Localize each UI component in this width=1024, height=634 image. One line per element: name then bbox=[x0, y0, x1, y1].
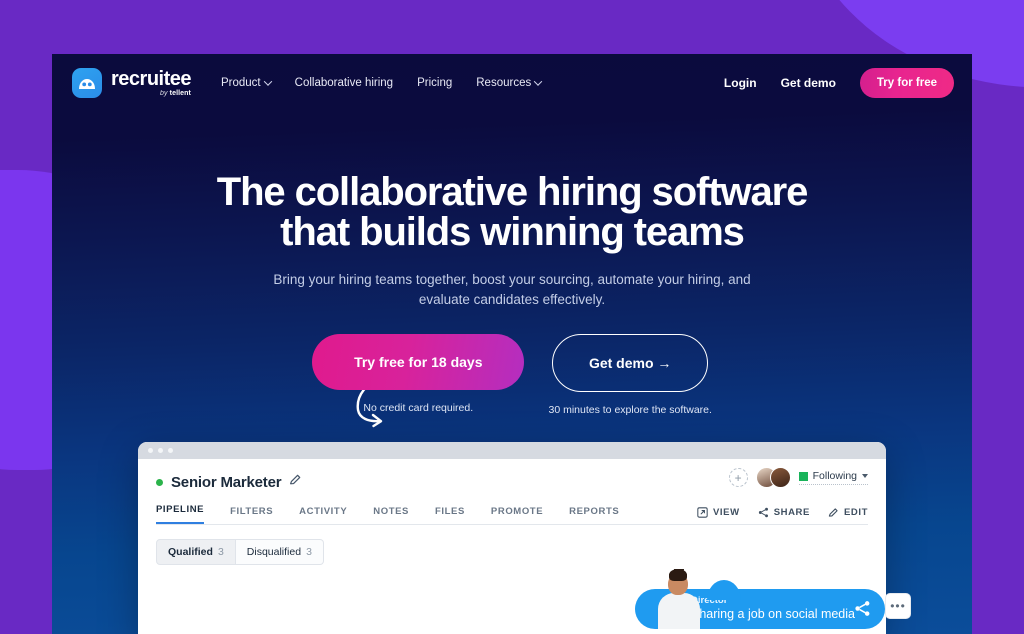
browser-titlebar bbox=[138, 442, 886, 459]
segment-qualified-label: Qualified bbox=[168, 546, 213, 558]
page-title: The collaborative hiring software that b… bbox=[52, 172, 972, 252]
primary-cta-note: No credit card required. bbox=[363, 402, 474, 414]
tab-activity[interactable]: ACTIVITY bbox=[299, 506, 347, 524]
activity-callout-text: Director Sharing a job on social media bbox=[691, 595, 855, 623]
nav-item-pricing[interactable]: Pricing bbox=[417, 77, 452, 89]
add-collaborator-icon[interactable]: + bbox=[728, 468, 748, 487]
get-demo-link[interactable]: Get demo bbox=[781, 76, 836, 90]
site-navbar: recruitee by tellent Product Collaborati… bbox=[52, 54, 972, 112]
window-dot-close bbox=[148, 448, 153, 453]
segment-disqualified-count: 3 bbox=[306, 546, 312, 558]
recruitee-cloud-icon bbox=[72, 68, 102, 98]
primary-cta-group: Try free for 18 days No credit card requ… bbox=[312, 334, 525, 414]
nav-item-resources[interactable]: Resources bbox=[476, 77, 543, 89]
nav-item-collaborative-hiring[interactable]: Collaborative hiring bbox=[295, 77, 393, 89]
nav-links: Product Collaborative hiring Pricing Res… bbox=[221, 77, 543, 89]
secondary-cta-note: 30 minutes to explore the software. bbox=[548, 404, 712, 416]
activity-callout-role: Director bbox=[691, 595, 728, 607]
logo-byline: by tellent bbox=[111, 90, 191, 97]
nav-item-resources-label: Resources bbox=[476, 77, 532, 89]
view-action[interactable]: VIEW bbox=[697, 507, 740, 518]
nav-actions: Login Get demo Try for free bbox=[724, 68, 954, 98]
app-tabs: PIPELINE FILTERS ACTIVITY NOTES FILES PR… bbox=[156, 504, 868, 525]
callout-person-photo bbox=[656, 569, 702, 629]
job-title: Senior Marketer bbox=[171, 473, 282, 491]
logo-byline-brand: tellent bbox=[169, 90, 191, 97]
hero-subtitle: Bring your hiring teams together, boost … bbox=[252, 270, 772, 309]
tab-files[interactable]: FILES bbox=[435, 506, 465, 524]
secondary-cta-group: Get demo → 30 minutes to explore the sof… bbox=[548, 334, 712, 416]
try-free-18-days-button[interactable]: Try free for 18 days bbox=[312, 334, 525, 390]
share-action[interactable]: SHARE bbox=[758, 507, 810, 518]
collaborator-avatars bbox=[755, 467, 791, 488]
chevron-down-icon bbox=[862, 474, 868, 478]
hero-subtitle-line-1: Bring your hiring teams together, boost … bbox=[273, 272, 751, 287]
segment-disqualified-label: Disqualified bbox=[246, 546, 302, 558]
edit-action-label: EDIT bbox=[843, 507, 868, 518]
pencil-icon bbox=[828, 508, 838, 517]
activity-callout-message: Sharing a job on social media bbox=[691, 607, 855, 622]
chevron-down-icon bbox=[263, 77, 272, 86]
hero-subtitle-line-2: evaluate candidates effectively. bbox=[418, 291, 606, 307]
hero-cta-row: Try free for 18 days No credit card requ… bbox=[52, 334, 972, 416]
app-tab-actions: VIEW SHARE EDIT bbox=[697, 507, 868, 524]
share-nodes-icon bbox=[854, 600, 871, 622]
hero-title-line-2: that builds winning teams bbox=[280, 210, 745, 254]
job-status-dot bbox=[156, 478, 163, 486]
try-for-free-button[interactable]: Try for free bbox=[859, 68, 954, 98]
person-body bbox=[658, 593, 700, 629]
hero-panel: recruitee by tellent Product Collaborati… bbox=[52, 54, 972, 634]
tab-reports[interactable]: REPORTS bbox=[569, 506, 619, 524]
pipeline-segment-control: Qualified 3 Disqualified 3 bbox=[156, 539, 868, 565]
tab-filters[interactable]: FILTERS bbox=[230, 506, 273, 524]
avatar[interactable] bbox=[769, 467, 791, 488]
segment-qualified-count: 3 bbox=[217, 546, 224, 558]
more-options-button[interactable]: ••• bbox=[885, 593, 911, 619]
logo-byline-by: by bbox=[160, 90, 170, 97]
window-dot-minimize bbox=[158, 448, 163, 453]
chevron-down-icon bbox=[533, 77, 543, 86]
logo[interactable]: recruitee by tellent bbox=[72, 68, 192, 98]
logo-wordmark: recruitee bbox=[111, 68, 192, 90]
job-collaborators: + Following bbox=[728, 467, 868, 488]
login-link[interactable]: Login bbox=[724, 76, 757, 90]
flag-icon bbox=[798, 471, 808, 481]
window-dot-maximize bbox=[168, 448, 173, 453]
tab-pipeline[interactable]: PIPELINE bbox=[156, 504, 205, 524]
edit-action[interactable]: EDIT bbox=[828, 507, 868, 518]
hero-copy: The collaborative hiring software that b… bbox=[52, 172, 972, 309]
share-action-label: SHARE bbox=[773, 507, 810, 518]
share-nodes-icon bbox=[758, 507, 768, 518]
hero-title-line-1: The collaborative hiring software bbox=[216, 170, 809, 214]
nav-item-collaborative-hiring-label: Collaborative hiring bbox=[294, 77, 394, 89]
app-content: Senior Marketer + Following PIPELINE FIL… bbox=[138, 459, 886, 565]
edit-job-title-icon[interactable] bbox=[289, 473, 302, 491]
external-link-icon bbox=[697, 507, 708, 518]
following-label: Following bbox=[812, 470, 857, 482]
following-dropdown[interactable]: Following bbox=[798, 470, 868, 485]
tab-promote[interactable]: PROMOTE bbox=[491, 506, 543, 524]
tab-notes[interactable]: NOTES bbox=[373, 506, 409, 524]
segment-qualified[interactable]: Qualified 3 bbox=[156, 539, 236, 565]
nav-item-product[interactable]: Product bbox=[221, 77, 272, 89]
nav-item-pricing-label: Pricing bbox=[417, 77, 453, 89]
segment-disqualified[interactable]: Disqualified 3 bbox=[235, 539, 324, 565]
view-action-label: VIEW bbox=[713, 507, 740, 518]
nav-item-product-label: Product bbox=[221, 77, 261, 89]
get-demo-button[interactable]: Get demo → bbox=[551, 334, 709, 392]
